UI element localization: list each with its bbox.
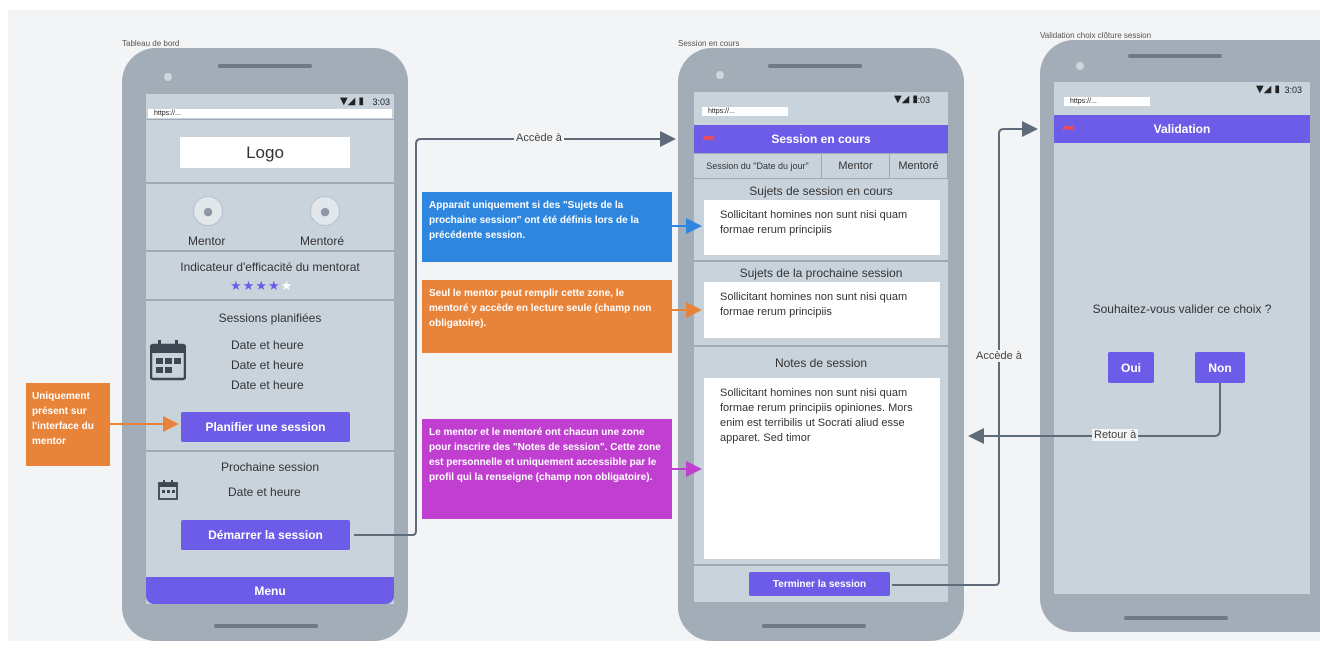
url-bar[interactable]: https://... bbox=[148, 109, 392, 118]
session-header: Session en cours bbox=[694, 125, 948, 153]
callout-appears-if: Apparait uniquement si des "Sujets de la… bbox=[422, 192, 672, 262]
mentee-avatar[interactable]: ● bbox=[310, 196, 340, 226]
screen-label-dashboard: Tableau de bord bbox=[122, 39, 180, 48]
divider bbox=[146, 250, 394, 252]
validation-question: Souhaitez-vous valider ce choix ? bbox=[1092, 302, 1272, 316]
current-topics-box: Sollicitant homines non sunt nisi quam f… bbox=[704, 200, 940, 255]
divider bbox=[694, 260, 948, 262]
current-topics-title: Sujets de session en cours bbox=[749, 184, 893, 198]
yes-button[interactable]: Oui bbox=[1108, 352, 1154, 383]
calendar-icon bbox=[149, 339, 187, 381]
tab-mentee[interactable]: Mentoré bbox=[890, 153, 948, 179]
url-bar[interactable]: https://... bbox=[1064, 97, 1150, 106]
divider bbox=[146, 182, 394, 184]
arrow-label-access-1: Accède à bbox=[514, 132, 564, 144]
star-filled-icon: ★ bbox=[255, 279, 268, 294]
status-time: 3:03 bbox=[1284, 85, 1302, 95]
menu-bar[interactable]: Menu bbox=[146, 577, 394, 604]
phone-validation: ▼◢ ▮ 3:03 https://... Validation ➦ Souha… bbox=[1040, 40, 1320, 632]
notes-box[interactable]: Sollicitant homines non sunt nisi quam f… bbox=[704, 378, 940, 559]
diagram-canvas: Tableau de bord Session en cours Validat… bbox=[0, 0, 1320, 649]
camera bbox=[716, 71, 724, 79]
status-time: 3:03 bbox=[912, 95, 930, 105]
star-filled-icon: ★ bbox=[242, 279, 256, 294]
callout-notes-info: Le mentor et le mentoré ont chacun une z… bbox=[422, 419, 672, 519]
session-date-1: Date et heure bbox=[231, 338, 304, 352]
no-button[interactable]: Non bbox=[1195, 352, 1245, 383]
divider bbox=[146, 450, 394, 452]
screen-dashboard: ▼◢ ▮ 3:03 https://... Logo ● ● Mentor Me… bbox=[146, 94, 394, 604]
divider bbox=[694, 345, 948, 347]
screen-session: ▼◢ ▮ 3:03 https://... Session en cours ➦… bbox=[694, 92, 948, 602]
callout-mentor-only: Uniquement présent sur l'interface du me… bbox=[26, 383, 110, 466]
status-bar: ▼◢ ▮ 3:03 bbox=[1054, 82, 1310, 98]
phone-session: ▼◢ ▮ 3:03 https://... Session en cours ➦… bbox=[678, 48, 964, 641]
tab-session-date[interactable]: Session du "Date du jour" bbox=[694, 153, 822, 179]
callout-mentor-fill: Seul le mentor peut remplir cette zone, … bbox=[422, 280, 672, 353]
home-bar bbox=[1124, 616, 1228, 620]
next-session-date: Date et heure bbox=[228, 485, 301, 499]
home-bar bbox=[214, 624, 318, 628]
camera bbox=[1076, 62, 1084, 70]
plan-session-button[interactable]: Planifier une session bbox=[181, 412, 350, 442]
divider bbox=[146, 119, 394, 120]
tab-mentor[interactable]: Mentor bbox=[822, 153, 890, 179]
next-session-title: Prochaine session bbox=[220, 460, 320, 474]
back-arrow-icon[interactable]: ➦ bbox=[702, 128, 715, 147]
small-calendar-icon bbox=[158, 480, 178, 500]
speaker bbox=[218, 64, 312, 68]
next-topics-box[interactable]: Sollicitant homines non sunt nisi quam f… bbox=[704, 282, 940, 338]
sessions-title: Sessions planifiées bbox=[218, 311, 322, 325]
phone-dashboard: ▼◢ ▮ 3:03 https://... Logo ● ● Mentor Me… bbox=[122, 48, 408, 641]
star-filled-icon: ★ bbox=[230, 279, 243, 294]
arrow-label-access-2: Accède à bbox=[974, 350, 1024, 362]
screen-label-session: Session en cours bbox=[678, 39, 740, 48]
session-date-3: Date et heure bbox=[231, 378, 304, 392]
screen-label-validation: Validation choix clôture session bbox=[1040, 31, 1152, 40]
arrow-label-back: Retour à bbox=[1092, 429, 1139, 441]
back-arrow-icon[interactable]: ➦ bbox=[1062, 118, 1075, 137]
camera bbox=[164, 73, 172, 81]
mentor-avatar[interactable]: ● bbox=[193, 196, 223, 226]
indicator-title: Indicateur d'efficacité du mentorat bbox=[180, 260, 360, 274]
screen-validation: ▼◢ ▮ 3:03 https://... Validation ➦ Souha… bbox=[1054, 82, 1310, 594]
session-date-2: Date et heure bbox=[231, 358, 304, 372]
start-session-button[interactable]: Démarrer la session bbox=[181, 520, 350, 550]
divider bbox=[694, 564, 948, 566]
status-time: 3:03 bbox=[372, 97, 390, 107]
next-topics-title: Sujets de la prochaine session bbox=[739, 266, 903, 280]
status-icons: ▼◢ ▮ bbox=[339, 96, 364, 107]
logo: Logo bbox=[180, 137, 350, 168]
end-session-button[interactable]: Terminer la session bbox=[749, 572, 890, 596]
home-bar bbox=[762, 624, 866, 628]
mentor-label: Mentor bbox=[188, 234, 226, 248]
status-bar: ▼◢ ▮ 3:03 bbox=[146, 94, 394, 110]
rating-stars: ★★★★★ bbox=[230, 277, 310, 295]
status-bar: ▼◢ ▮ 3:03 bbox=[694, 92, 948, 108]
divider bbox=[146, 299, 394, 301]
star-empty-icon: ★ bbox=[280, 279, 294, 294]
mentee-label: Mentoré bbox=[300, 234, 345, 248]
status-icons: ▼◢ ▮ bbox=[1255, 84, 1280, 95]
speaker bbox=[1128, 54, 1222, 58]
star-filled-icon: ★ bbox=[267, 279, 281, 294]
notes-title: Notes de session bbox=[774, 356, 868, 370]
url-bar[interactable]: https://... bbox=[702, 107, 788, 116]
speaker bbox=[768, 64, 862, 68]
validation-header: Validation bbox=[1054, 115, 1310, 143]
